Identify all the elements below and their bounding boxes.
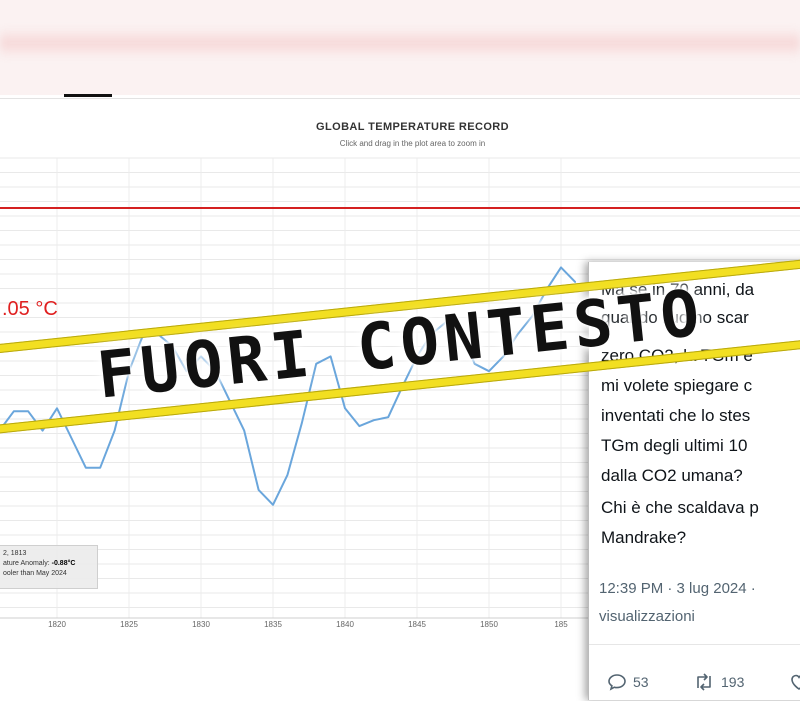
x-tick-label: 1835 xyxy=(264,620,282,629)
like-button[interactable] xyxy=(789,672,800,692)
data-point xyxy=(70,437,72,439)
x-tick-label: 185 xyxy=(554,620,568,629)
chart-tooltip: 2, 1813 ature Anomaly: -0.88°C ooler tha… xyxy=(0,545,98,589)
tweet-views: visualizzazioni xyxy=(599,608,695,625)
heart-icon xyxy=(791,674,800,690)
tweet-timestamp[interactable]: 12:39 PM · 3 lug 2024 · xyxy=(599,580,756,597)
tooltip-anomaly-label: ature Anomaly: xyxy=(3,560,52,567)
tweet-text-line: inventati che lo stes xyxy=(601,406,751,425)
x-tick-label: 1845 xyxy=(408,620,426,629)
data-point xyxy=(114,429,116,432)
tweet-text-line: TGm degli ultimi 10 xyxy=(601,436,748,455)
data-point xyxy=(560,266,562,268)
x-tick-label: 1830 xyxy=(192,620,210,629)
data-point xyxy=(99,467,101,469)
repost-icon xyxy=(697,673,711,691)
tweet-text-line: dalla CO2 umana? xyxy=(601,466,743,485)
tooltip-comparison: ooler than May 2024 xyxy=(3,570,67,577)
tooltip-anomaly-value: -0.88°C xyxy=(51,560,76,567)
x-tick-label: 1825 xyxy=(120,620,138,629)
repost-button[interactable]: 193 xyxy=(693,672,744,692)
tooltip-anomaly: ature Anomaly: -0.88°C xyxy=(3,559,93,569)
data-point xyxy=(301,422,303,424)
reply-icon xyxy=(608,674,626,691)
tweet-divider xyxy=(589,644,800,645)
data-point xyxy=(258,489,260,491)
reply-button[interactable]: 53 xyxy=(607,672,649,692)
tweet-text-line: Chi è che scaldava p xyxy=(601,498,759,517)
tooltip-date: 2, 1813 xyxy=(3,550,27,557)
data-point xyxy=(387,416,389,418)
x-tick-label: 1840 xyxy=(336,620,354,629)
x-tick-label: 1820 xyxy=(48,620,66,629)
data-point xyxy=(286,474,288,476)
repost-count: 193 xyxy=(721,674,745,690)
data-point xyxy=(373,419,375,421)
data-point xyxy=(272,504,274,506)
temperature-label: .05 °C xyxy=(2,298,58,320)
data-point xyxy=(243,429,245,432)
data-point xyxy=(85,467,87,469)
reply-count: 53 xyxy=(633,674,649,690)
data-point xyxy=(344,407,346,409)
data-point xyxy=(358,425,360,427)
x-tick-label: 1850 xyxy=(480,620,498,629)
tweet-text-line: mi volete spiegare c xyxy=(601,376,753,395)
tweet-text-line: Mandrake? xyxy=(601,528,687,547)
